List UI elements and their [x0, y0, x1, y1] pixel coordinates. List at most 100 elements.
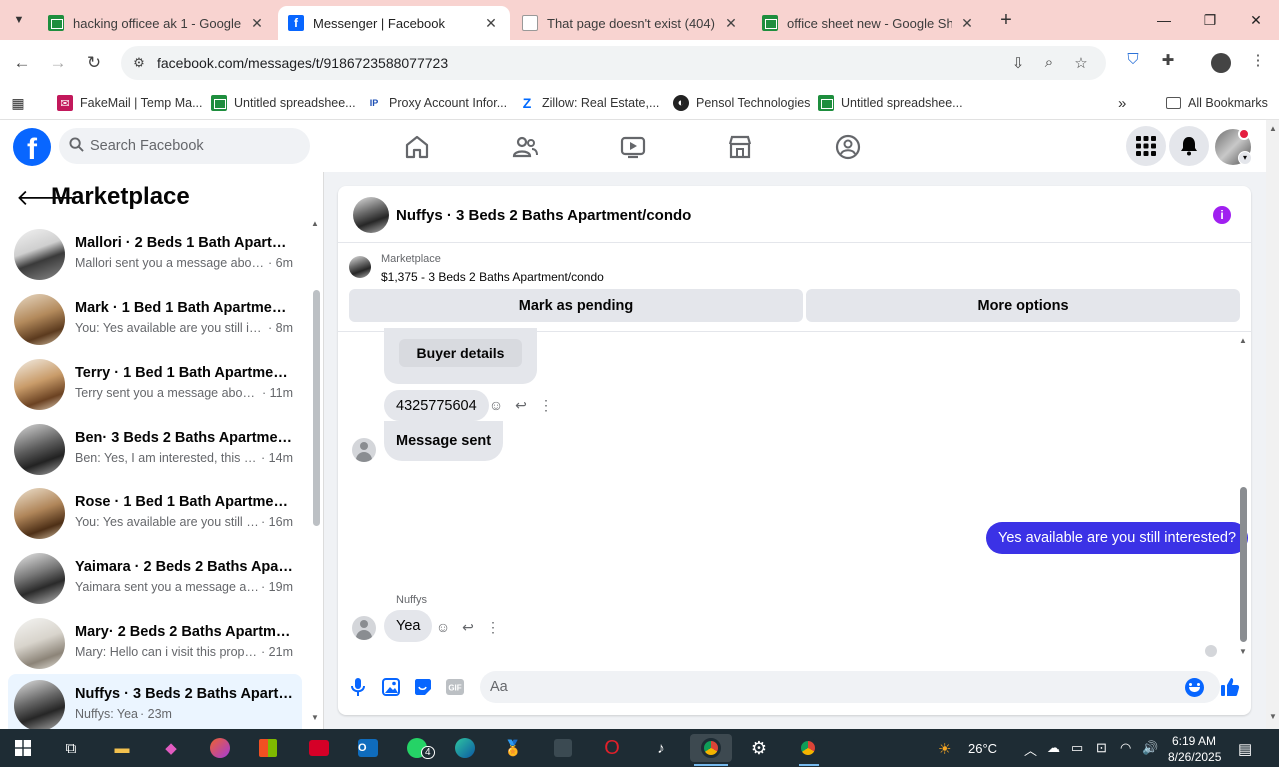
back-arrow-icon[interactable]: ←: [9, 50, 35, 76]
react-emoji-icon[interactable]: ☺: [434, 618, 452, 636]
clock-time[interactable]: 6:19 AM: [1172, 734, 1216, 748]
info-icon[interactable]: i: [1213, 206, 1231, 224]
conversation-item[interactable]: Ben· 3 Beds 2 Baths Apartment/condo Ben:…: [8, 418, 302, 480]
bookmark-proxy-account[interactable]: IP Proxy Account Infor...: [366, 92, 507, 114]
new-tab-plus-icon[interactable]: +: [994, 8, 1018, 32]
notification-center-icon[interactable]: ▤: [1238, 740, 1252, 758]
more-actions-icon[interactable]: ⋮: [537, 396, 555, 414]
chrome-profile-icon[interactable]: [793, 734, 823, 762]
browser-tab-404[interactable]: That page doesn't exist (404) - I ✕: [512, 6, 750, 40]
close-tab-icon[interactable]: ✕: [722, 15, 740, 32]
opera-icon[interactable]: O: [597, 734, 627, 762]
minimize-icon[interactable]: —: [1141, 0, 1187, 40]
tab-search-chevron-icon[interactable]: ▼: [8, 9, 30, 31]
clock-date[interactable]: 8/26/2025: [1168, 750, 1221, 764]
edge-icon[interactable]: [450, 734, 480, 762]
paint-app-icon[interactable]: [205, 734, 235, 762]
close-tab-icon[interactable]: ✕: [248, 15, 266, 32]
home-icon[interactable]: [404, 134, 430, 160]
reply-icon[interactable]: ↩: [459, 618, 477, 636]
emoji-icon[interactable]: [1185, 678, 1204, 697]
conversation-item[interactable]: Mallori · 2 Beds 1 Bath Apartment/condo …: [8, 223, 302, 285]
outlook-icon[interactable]: O: [353, 734, 383, 762]
all-bookmarks-folder[interactable]: All Bookmarks: [1166, 92, 1268, 114]
scroll-down-arrow-icon[interactable]: ▼: [1239, 647, 1247, 656]
task-view-icon[interactable]: ⧉: [56, 734, 86, 762]
browser-tab-office-sheet[interactable]: office sheet new - Google Shee ✕: [752, 6, 986, 40]
friends-icon[interactable]: [512, 134, 538, 160]
weather-icon[interactable]: ☀: [938, 740, 951, 758]
messages-scrollbar-thumb[interactable]: [1240, 487, 1247, 642]
close-tab-icon[interactable]: ✕: [482, 15, 500, 32]
copilot-icon[interactable]: ◆: [156, 734, 186, 762]
shield-extension-icon[interactable]: ⛉: [1122, 51, 1144, 73]
conversation-item[interactable]: Yaimara · 2 Beds 2 Baths Apartment/condo…: [8, 547, 302, 609]
page-scrollbar[interactable]: ▲ ▼: [1266, 120, 1279, 729]
thumbs-up-icon[interactable]: [1219, 676, 1241, 698]
conversation-item[interactable]: Rose · 1 Bed 1 Bath Apartment/condo You:…: [8, 482, 302, 544]
install-app-icon[interactable]: ⇩: [1008, 54, 1028, 74]
photo-icon[interactable]: [380, 676, 402, 698]
conversation-item-active[interactable]: Nuffys · 3 Beds 2 Baths Apartment/condo …: [8, 674, 302, 729]
windows-start-icon[interactable]: [8, 734, 38, 762]
address-bar[interactable]: ⚙ facebook.com/messages/t/91867235880777…: [121, 46, 1106, 80]
url-text[interactable]: facebook.com/messages/t/9186723588077723: [157, 55, 448, 71]
reply-icon[interactable]: ↩: [512, 396, 530, 414]
media-app-icon[interactable]: [304, 734, 334, 762]
tiktok-icon[interactable]: ♪: [646, 734, 676, 762]
bookmark-fakemail[interactable]: ✉ FakeMail | Temp Ma...: [57, 92, 203, 114]
message-bubble-outgoing[interactable]: Yes available are you still interested?: [986, 522, 1249, 554]
zoom-icon[interactable]: ⌕: [1039, 54, 1059, 74]
buyer-details-button[interactable]: Buyer details: [399, 339, 522, 367]
video-icon[interactable]: [620, 134, 646, 160]
more-options-button[interactable]: More options: [806, 289, 1240, 322]
show-hidden-icons-chevron-icon[interactable]: ︿: [1024, 740, 1037, 759]
chat-title[interactable]: Nuffys · 3 Beds 2 Baths Apartment/condo: [396, 207, 691, 224]
react-emoji-icon[interactable]: ☺: [487, 396, 505, 414]
capture-app-icon[interactable]: [548, 734, 578, 762]
conversation-item[interactable]: Mark · 1 Bed 1 Bath Apartment/condo You:…: [8, 288, 302, 350]
message-sent-bubble[interactable]: Message sent: [384, 421, 504, 461]
battery-icon[interactable]: ▭: [1071, 740, 1083, 756]
facebook-logo[interactable]: f: [13, 128, 51, 166]
listing-thumbnail[interactable]: [349, 256, 371, 278]
bookmark-zillow[interactable]: Z Zillow: Real Estate,...: [519, 92, 660, 114]
volume-icon[interactable]: 🔊: [1142, 740, 1158, 756]
message-bubble-incoming[interactable]: 4325775604: [384, 390, 489, 421]
more-actions-icon[interactable]: ⋮: [484, 618, 502, 636]
menu-grid-icon[interactable]: [1126, 126, 1166, 166]
reload-icon[interactable]: ↻: [81, 50, 107, 76]
sticker-icon[interactable]: [412, 676, 434, 698]
conversation-item[interactable]: Terry · 1 Bed 1 Bath Apartment/condo Ter…: [8, 353, 302, 415]
profile-avatar-icon[interactable]: [1211, 53, 1231, 73]
file-explorer-icon[interactable]: ▬: [107, 734, 137, 762]
chevron-down-icon[interactable]: ▾: [1238, 151, 1252, 165]
forward-arrow-icon[interactable]: →: [45, 50, 71, 76]
microphone-icon[interactable]: [347, 676, 369, 698]
scroll-down-arrow-icon[interactable]: ▼: [311, 713, 319, 722]
mark-as-pending-button[interactable]: Mark as pending: [349, 289, 803, 322]
listing-title[interactable]: $1,375 - 3 Beds 2 Baths Apartment/condo: [381, 270, 604, 284]
vpn-icon[interactable]: ⊡: [1096, 740, 1107, 756]
chrome-menu-icon[interactable]: ⋮: [1247, 51, 1269, 73]
chat-avatar[interactable]: [353, 197, 389, 233]
scroll-up-arrow-icon[interactable]: ▲: [1239, 336, 1247, 345]
close-window-icon[interactable]: ✕: [1233, 0, 1279, 40]
apps-grid-icon[interactable]: ▦: [10, 92, 33, 114]
wifi-icon[interactable]: ◠: [1120, 740, 1131, 756]
bookmark-star-icon[interactable]: ☆: [1071, 54, 1091, 74]
medal-app-icon[interactable]: 🏅: [498, 734, 528, 762]
search-facebook-field[interactable]: Search Facebook: [59, 128, 310, 164]
conversation-item[interactable]: Mary· 2 Beds 2 Baths Apartment/condo Mar…: [8, 612, 302, 674]
weather-temperature[interactable]: 26°C: [968, 741, 997, 756]
gif-icon[interactable]: GIF: [444, 676, 466, 698]
settings-gear-icon[interactable]: ⚙: [744, 734, 774, 762]
message-input[interactable]: [480, 671, 1220, 703]
notifications-bell-icon[interactable]: [1169, 126, 1209, 166]
browser-tab-messenger[interactable]: f Messenger | Facebook ✕: [278, 6, 510, 40]
conversations-scrollbar-thumb[interactable]: [313, 290, 320, 526]
microsoft-store-icon[interactable]: [253, 734, 283, 762]
message-bubble-incoming[interactable]: Yea: [384, 610, 433, 642]
sender-avatar[interactable]: [352, 616, 376, 640]
bookmark-pensol[interactable]: ◐ Pensol Technologies: [673, 92, 810, 114]
